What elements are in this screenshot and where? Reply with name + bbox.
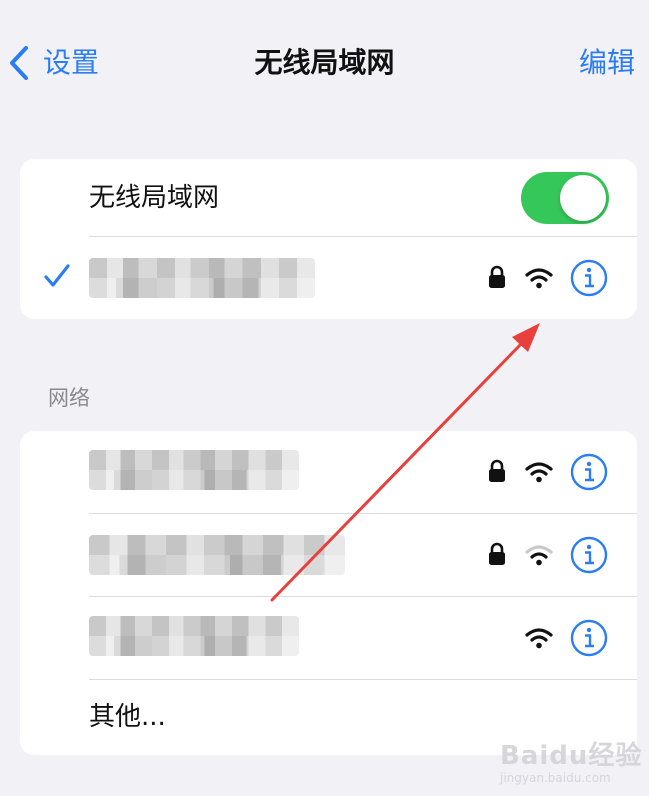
networks-list-card: 其他... <box>20 431 637 755</box>
lock-icon <box>489 459 505 482</box>
wifi-icon <box>525 628 553 649</box>
info-icon[interactable] <box>570 259 608 297</box>
lock-icon <box>489 265 505 288</box>
watermark-url: jingyan.baidu.com <box>500 771 611 785</box>
wifi-toggle-label: 无线局域网 <box>89 183 220 213</box>
toggle-knob[interactable] <box>560 175 606 221</box>
wifi-weak-icon <box>525 545 553 566</box>
wifi-icon <box>525 268 553 289</box>
connected-network-name-redacted <box>89 258 315 298</box>
other-network-label: 其他... <box>89 702 166 732</box>
page-title: 无线局域网 <box>254 46 395 79</box>
info-icon[interactable] <box>570 536 608 574</box>
network-list-item[interactable] <box>20 514 637 596</box>
info-icon[interactable] <box>570 619 608 657</box>
network-name-redacted <box>89 535 345 575</box>
network-list-item[interactable] <box>20 597 637 679</box>
wifi-toggle-row: 无线局域网 <box>20 159 637 237</box>
networks-section-header: 网络 <box>48 386 90 410</box>
connected-network-row[interactable] <box>20 237 637 319</box>
network-list-item[interactable] <box>20 431 637 513</box>
info-icon[interactable] <box>570 453 608 491</box>
watermark-brand: Baidu经验 <box>500 741 643 771</box>
navigation-bar: 设置 无线局域网 编辑 <box>0 0 649 125</box>
wifi-icon <box>525 462 553 483</box>
edit-button[interactable]: 编辑 <box>579 44 635 82</box>
lock-icon <box>489 542 505 565</box>
baidu-watermark-logo: Baidu经验 jingyan.baidu.com <box>500 735 645 790</box>
network-name-redacted <box>89 450 299 490</box>
network-name-redacted <box>89 616 299 656</box>
wifi-settings-card: 无线局域网 <box>20 159 637 319</box>
checkmark-icon <box>44 264 70 287</box>
wifi-toggle-switch[interactable] <box>521 172 609 224</box>
